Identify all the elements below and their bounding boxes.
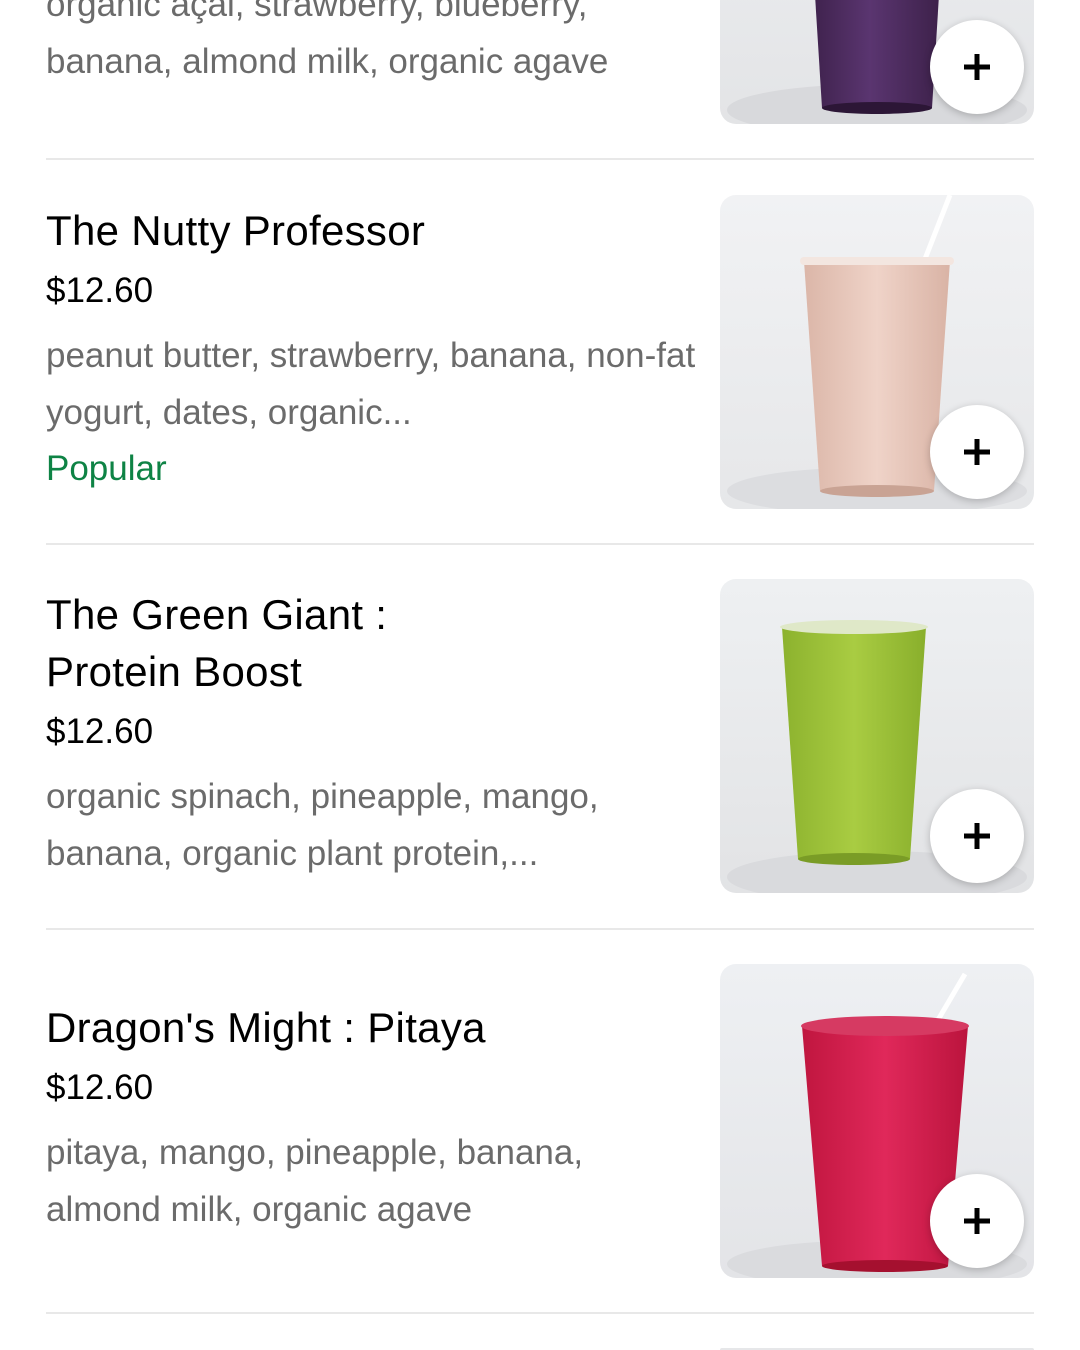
- menu-item-image[interactable]: [720, 964, 1034, 1278]
- menu-item-name: The Nutty Professor: [46, 207, 426, 254]
- add-to-cart-button[interactable]: [930, 405, 1024, 499]
- name-line: The Green Giant :: [46, 591, 388, 638]
- add-to-cart-button[interactable]: [930, 789, 1024, 883]
- menu-list: organic açai, strawberry, blueberry, ban…: [0, 0, 1080, 1350]
- popular-badge: Popular: [46, 449, 167, 488]
- plus-icon: [964, 823, 990, 849]
- add-to-cart-button[interactable]: [930, 1174, 1024, 1268]
- menu-item-price: $12.60: [46, 712, 154, 751]
- plus-icon: [964, 439, 990, 465]
- menu-item-price: $12.60: [46, 271, 154, 310]
- plus-icon: [964, 1208, 990, 1234]
- menu-item-info: organic açai, strawberry, blueberry, ban…: [46, 0, 696, 90]
- menu-item-image[interactable]: [720, 195, 1034, 509]
- menu-item-description: peanut butter, strawberry, banana, non-f…: [46, 336, 696, 432]
- menu-item-image[interactable]: [720, 0, 1034, 124]
- menu-item-description: pitaya, mango, pineapple, banana, almond…: [46, 1133, 584, 1229]
- description-line: banana, almond milk, organic agave: [46, 42, 609, 81]
- add-to-cart-button[interactable]: [930, 20, 1024, 114]
- menu-item-info: The Green Giant : Protein Boost $12.60 o…: [46, 586, 696, 882]
- menu-item-info: The Nutty Professor $12.60 peanut butter…: [46, 202, 696, 491]
- menu-item-name: The Green Giant : Protein Boost: [46, 586, 696, 700]
- divider: [46, 543, 1034, 545]
- menu-item-name: Dragon's Might : Pitaya: [46, 1004, 486, 1051]
- name-line: Protein Boost: [46, 648, 303, 695]
- description-line: organic açai, strawberry, blueberry,: [46, 0, 588, 24]
- divider: [46, 1312, 1034, 1314]
- menu-item-description: organic spinach, pineapple, mango, banan…: [46, 777, 599, 873]
- plus-icon: [964, 54, 990, 80]
- divider: [46, 928, 1034, 930]
- divider: [46, 158, 1034, 160]
- menu-item-description: organic açai, strawberry, blueberry, ban…: [46, 0, 696, 90]
- menu-item-image[interactable]: [720, 579, 1034, 893]
- menu-item-info: Dragon's Might : Pitaya $12.60 pitaya, m…: [46, 999, 696, 1238]
- menu-item-price: $12.60: [46, 1068, 154, 1107]
